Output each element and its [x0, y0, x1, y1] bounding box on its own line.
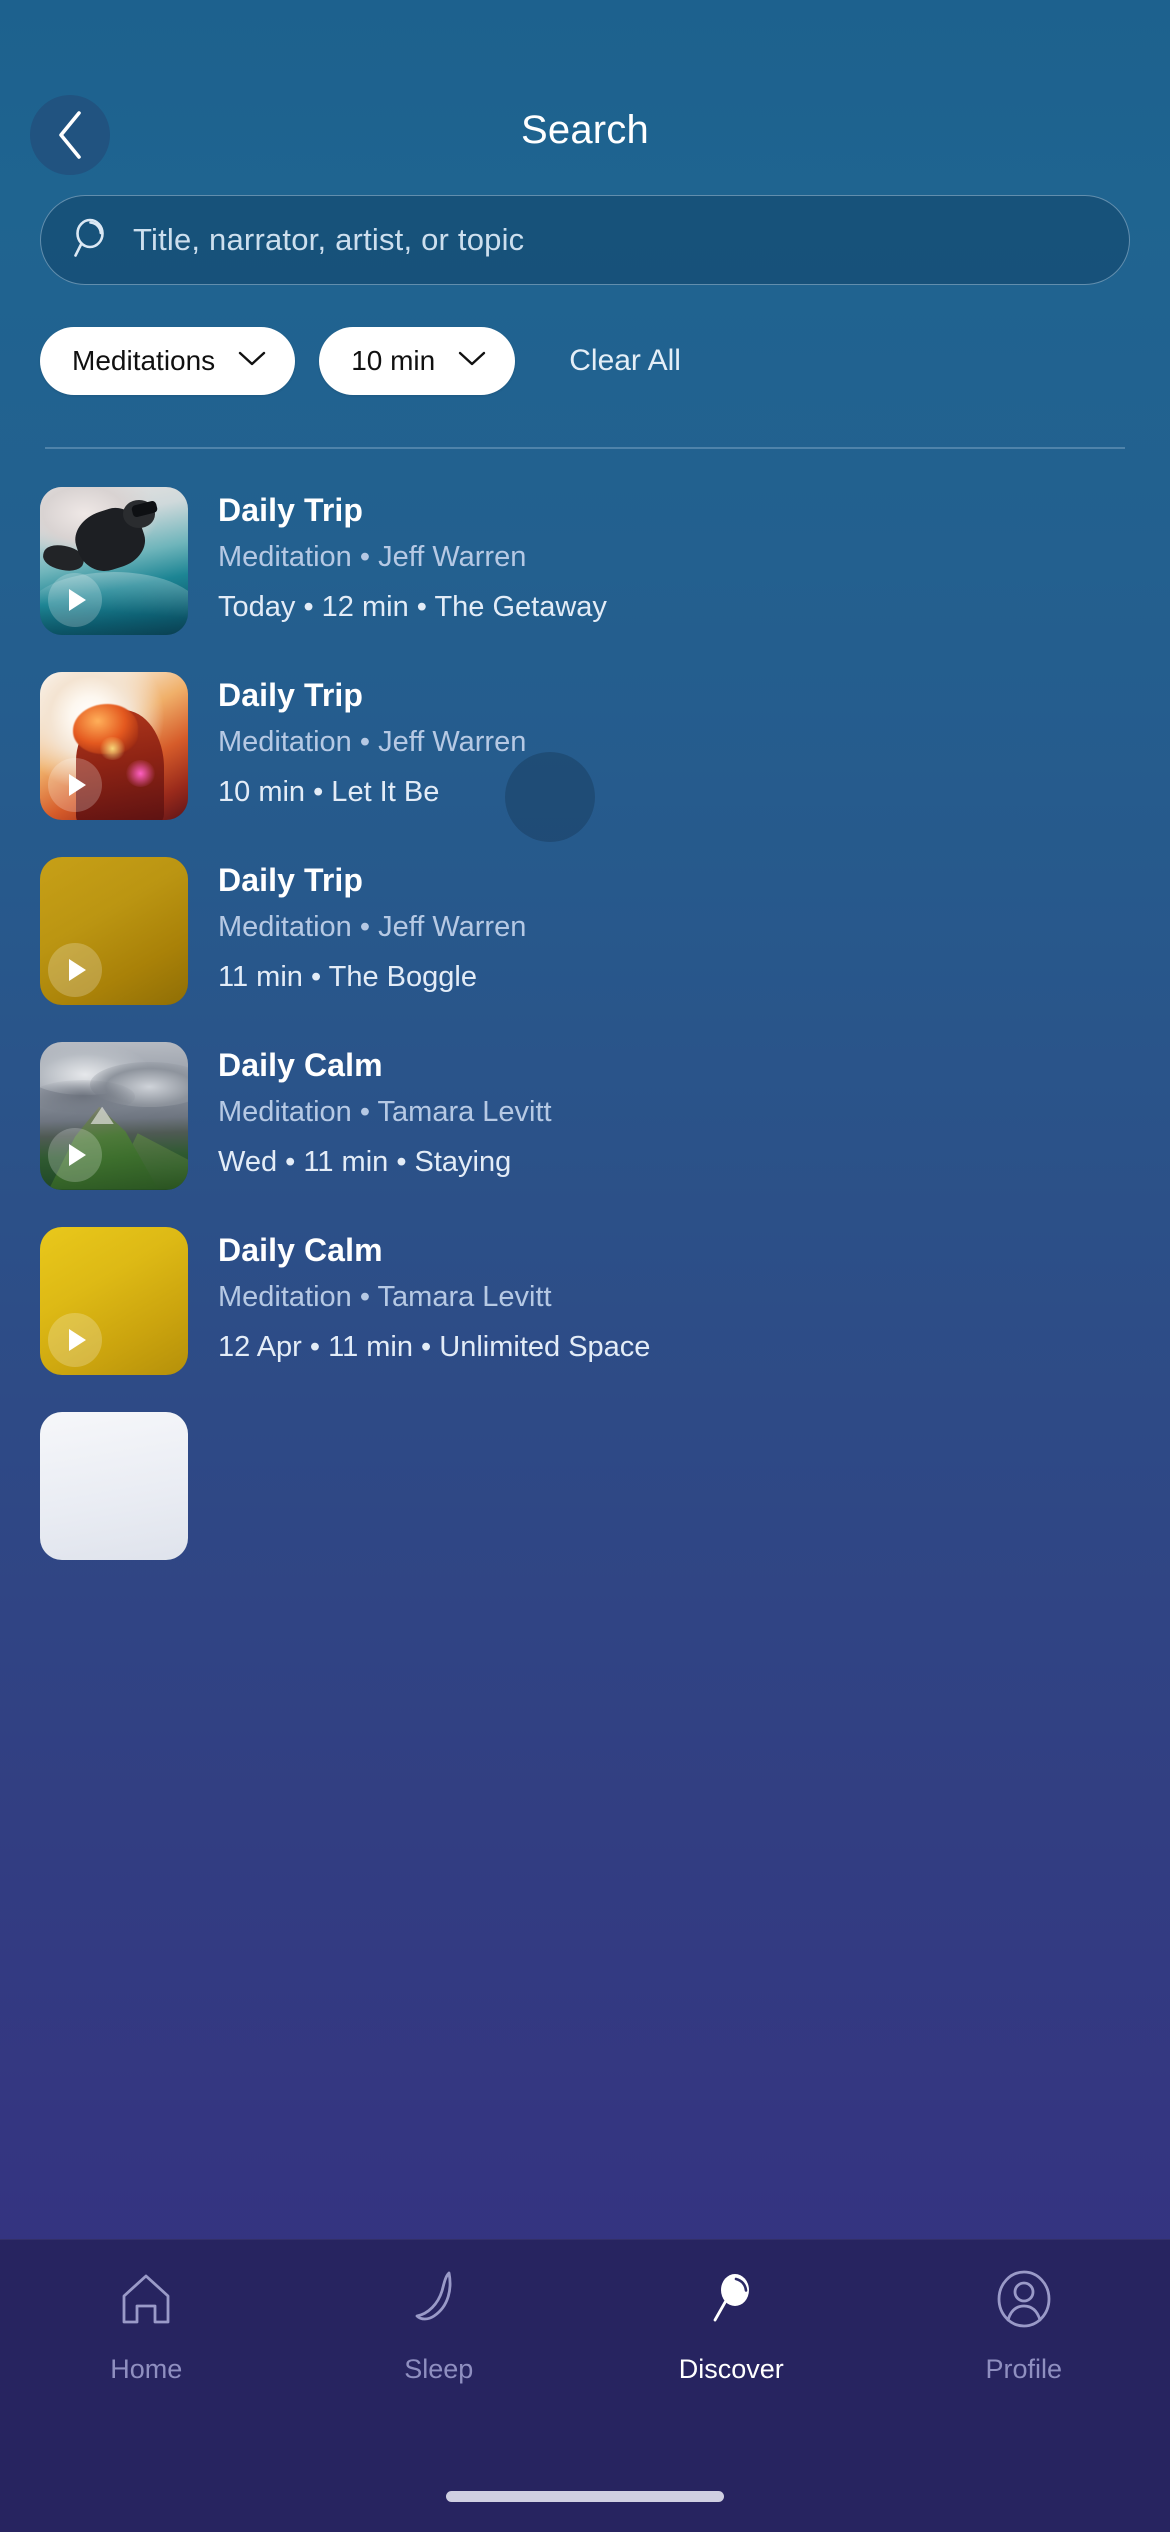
result-title: Daily Trip [218, 861, 364, 898]
result-row[interactable]: Daily Calm Meditation • Tamara Levitt We… [0, 1041, 1170, 1190]
result-title: Daily Calm [218, 1046, 383, 1083]
result-meta: Daily Trip Meditation • Jeff Warren Toda… [188, 487, 607, 625]
result-details: 12 Apr • 11 min • Unlimited Space [218, 1330, 651, 1363]
nav-item-discover[interactable]: Discover [585, 2262, 878, 2385]
nav-item-sleep-label: Sleep [404, 2354, 474, 2384]
search-input[interactable]: Title, narrator, artist, or topic [40, 195, 1130, 285]
bottom-navigation: Home Sleep Discover Profile [0, 2239, 1170, 2532]
moon-icon [408, 2262, 470, 2336]
result-thumbnail[interactable] [40, 1226, 188, 1375]
result-details: Wed • 11 min • Staying [218, 1145, 512, 1178]
filter-chip-category[interactable]: Meditations [40, 327, 296, 395]
result-meta: Daily Trip Meditation • Jeff Warren 11 m… [188, 857, 526, 995]
result-row-partial[interactable] [0, 1411, 1170, 1560]
search-icon [73, 217, 111, 264]
result-meta: Daily Trip Meditation • Jeff Warren 10 m… [188, 672, 526, 810]
result-title: Daily Trip [218, 491, 364, 528]
artwork-light [40, 1411, 188, 1560]
result-thumbnail[interactable] [40, 486, 188, 635]
result-row[interactable]: Daily Trip Meditation • Jeff Warren 10 m… [0, 671, 1170, 842]
result-row[interactable]: Daily Trip Meditation • Jeff Warren Toda… [0, 486, 1170, 635]
result-row[interactable]: Daily Trip Meditation • Jeff Warren 11 m… [0, 856, 1170, 1005]
play-icon[interactable] [48, 1312, 102, 1367]
chevron-down-icon [457, 350, 487, 373]
result-subtitle: Meditation • Jeff Warren [218, 910, 527, 943]
result-subtitle: Meditation • Tamara Levitt [218, 1095, 552, 1128]
app-root: Search Title, narrator, artist, or topic… [0, 0, 1170, 2532]
search-results-list[interactable]: Daily Trip Meditation • Jeff Warren Toda… [0, 449, 1170, 2532]
result-subtitle: Meditation • Tamara Levitt [218, 1280, 552, 1313]
result-title: Daily Calm [218, 1231, 383, 1268]
play-icon[interactable] [48, 572, 102, 627]
nav-item-home[interactable]: Home [0, 2262, 293, 2385]
result-meta: Daily Calm Meditation • Tamara Levitt 12… [188, 1227, 650, 1365]
filter-chip-duration[interactable]: 10 min [319, 327, 516, 395]
app-header: Search [0, 0, 1170, 195]
result-subtitle: Meditation • Jeff Warren [218, 725, 527, 758]
person-icon [993, 2262, 1055, 2336]
chevron-down-icon [237, 350, 267, 373]
home-indicator[interactable] [446, 2491, 724, 2502]
clear-all-button[interactable]: Clear All [569, 344, 681, 378]
search-placeholder: Title, narrator, artist, or topic [133, 222, 525, 257]
play-icon[interactable] [48, 942, 102, 997]
page-title: Search [521, 108, 649, 152]
result-details: 11 min • The Boggle [218, 960, 477, 993]
nav-item-sleep[interactable]: Sleep [293, 2262, 586, 2385]
result-meta: Daily Calm Meditation • Tamara Levitt We… [188, 1042, 552, 1180]
filter-chip-duration-label: 10 min [351, 345, 436, 376]
result-title: Daily Trip [218, 676, 364, 713]
result-thumbnail[interactable] [40, 1411, 188, 1560]
search-icon [700, 2262, 762, 2336]
result-details: Today • 12 min • The Getaway [218, 590, 607, 623]
nav-item-profile[interactable]: Profile [878, 2262, 1170, 2385]
filter-bar: Meditations 10 min Clear All [0, 285, 1170, 395]
result-thumbnail[interactable] [40, 1041, 188, 1190]
search-section: Title, narrator, artist, or topic [0, 195, 1170, 285]
result-row[interactable]: Daily Calm Meditation • Tamara Levitt 12… [0, 1226, 1170, 1375]
nav-item-home-label: Home [110, 2354, 183, 2384]
nav-item-discover-label: Discover [678, 2354, 784, 2384]
play-icon[interactable] [48, 757, 102, 812]
result-subtitle: Meditation • Jeff Warren [218, 540, 527, 573]
result-thumbnail[interactable] [40, 856, 188, 1005]
home-icon [115, 2262, 177, 2336]
result-thumbnail[interactable] [40, 671, 188, 820]
play-icon[interactable] [48, 1127, 102, 1182]
nav-item-profile-label: Profile [985, 2354, 1063, 2384]
result-details: 10 min • Let It Be [218, 775, 440, 808]
result-meta [188, 1412, 218, 1416]
filter-chip-category-label: Meditations [72, 345, 216, 376]
